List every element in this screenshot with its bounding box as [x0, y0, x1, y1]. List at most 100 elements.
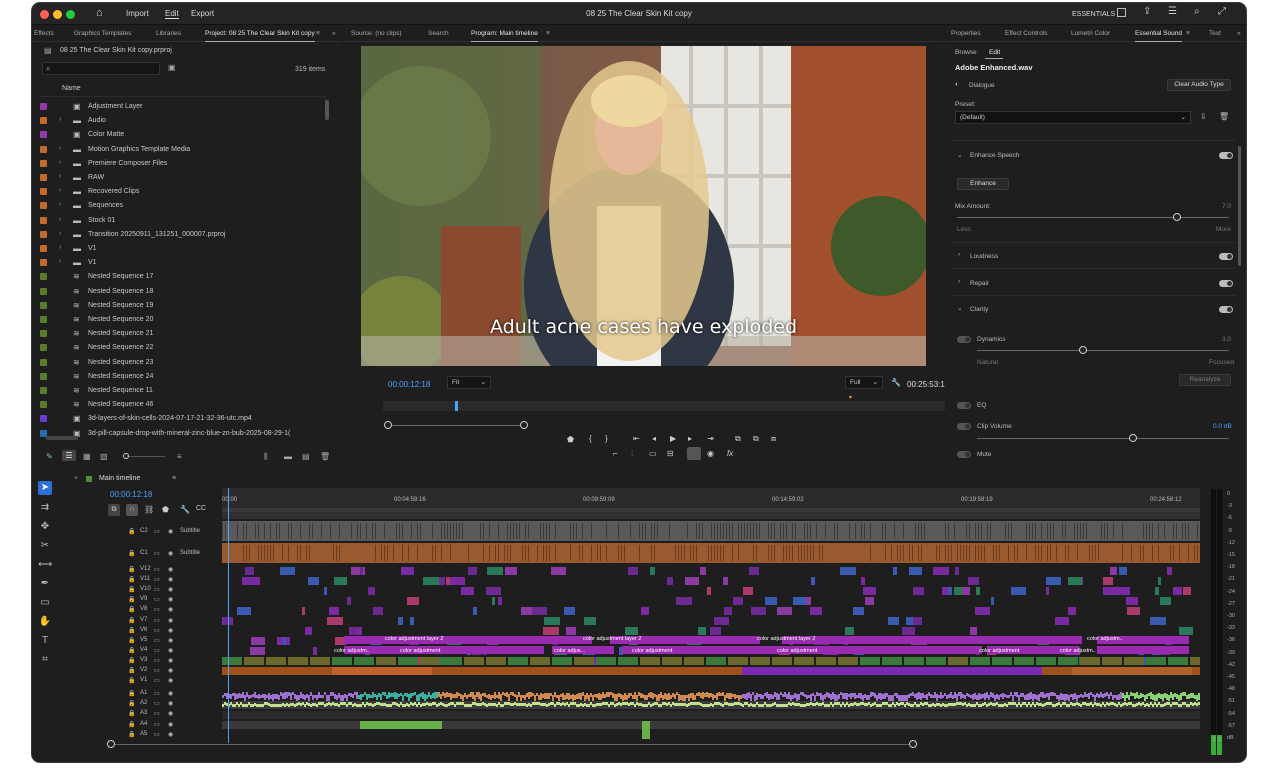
caption-mark[interactable] — [549, 545, 550, 561]
label-color-chip[interactable] — [40, 401, 47, 409]
audio-waveform[interactable] — [706, 692, 708, 697]
audio-waveform[interactable] — [1014, 692, 1016, 696]
audio-waveform[interactable] — [788, 692, 790, 699]
caption-mark[interactable] — [966, 523, 967, 539]
eye-icon[interactable]: ◉ — [168, 550, 173, 557]
video-clip[interactable] — [584, 617, 596, 625]
audio-waveform[interactable] — [498, 702, 500, 705]
video-clip[interactable] — [765, 597, 777, 605]
audio-waveform[interactable] — [656, 702, 658, 705]
caption-mark[interactable] — [291, 523, 292, 539]
sync-icon[interactable]: ▭ — [154, 647, 160, 654]
audio-waveform[interactable] — [1108, 694, 1110, 699]
audio-waveform[interactable] — [1170, 704, 1172, 707]
video-clip[interactable] — [625, 627, 638, 635]
audio-waveform[interactable] — [448, 703, 450, 706]
video-clip[interactable] — [1179, 627, 1193, 635]
audio-waveform[interactable] — [418, 702, 420, 705]
audio-waveform[interactable] — [974, 693, 976, 699]
audio-waveform[interactable] — [986, 692, 988, 698]
audio-waveform[interactable] — [456, 692, 458, 698]
audio-waveform[interactable] — [944, 693, 946, 696]
audio-waveform[interactable] — [836, 702, 838, 705]
tab-essential-sound[interactable]: Essential Sound — [1135, 30, 1182, 42]
audio-waveform[interactable] — [954, 703, 956, 706]
audio-waveform[interactable] — [354, 703, 356, 706]
audio-waveform[interactable] — [782, 694, 784, 697]
audio-waveform[interactable] — [232, 693, 234, 696]
audio-waveform[interactable] — [1032, 702, 1034, 705]
audio-waveform[interactable] — [466, 695, 468, 699]
caption-mark[interactable] — [1041, 523, 1042, 539]
caption-mark[interactable] — [489, 523, 490, 539]
caption-mark[interactable] — [282, 545, 283, 561]
audio-waveform[interactable] — [476, 692, 478, 697]
share-icon[interactable]: ⇪ — [1143, 6, 1151, 17]
video-clip[interactable] — [909, 567, 922, 575]
audio-waveform[interactable] — [538, 702, 540, 705]
caption-mark[interactable] — [675, 545, 676, 561]
audio-waveform[interactable] — [440, 702, 442, 705]
audio-waveform[interactable] — [960, 692, 962, 699]
caption-mark[interactable] — [738, 545, 739, 561]
audio-waveform[interactable] — [756, 693, 758, 700]
audio-waveform[interactable] — [670, 704, 672, 707]
audio-waveform[interactable] — [288, 704, 290, 707]
audio-waveform[interactable] — [872, 692, 874, 696]
video-clip[interactable] — [853, 607, 864, 615]
audio-waveform[interactable] — [882, 702, 884, 705]
caption-mark[interactable] — [432, 545, 433, 561]
lock-icon[interactable]: 🔒 — [128, 667, 135, 674]
sync-icon[interactable]: ▭ — [154, 710, 160, 717]
audio-waveform[interactable] — [978, 704, 980, 707]
audio-waveform[interactable] — [550, 693, 552, 696]
audio-waveform[interactable] — [400, 693, 402, 696]
caption-mark[interactable] — [909, 545, 910, 561]
caption-mark[interactable] — [513, 523, 514, 539]
caption-mark[interactable] — [786, 523, 787, 539]
video-clip[interactable] — [793, 597, 806, 605]
audio-waveform[interactable] — [464, 704, 466, 707]
audio-waveform[interactable] — [230, 702, 232, 705]
audio-waveform[interactable] — [836, 695, 838, 702]
audio-waveform[interactable] — [1186, 695, 1188, 699]
audio-waveform[interactable] — [256, 695, 258, 698]
audio-waveform[interactable] — [384, 703, 386, 706]
audio-waveform[interactable] — [1162, 694, 1164, 701]
audio-waveform[interactable] — [788, 702, 790, 705]
audio-waveform[interactable] — [484, 693, 486, 697]
audio-waveform[interactable] — [932, 703, 934, 706]
audio-waveform[interactable] — [438, 692, 440, 697]
audio-waveform[interactable] — [1134, 693, 1136, 699]
caption-mark[interactable] — [1008, 523, 1009, 539]
video-clip[interactable] — [1150, 617, 1166, 625]
caption-mark[interactable] — [711, 523, 712, 539]
caption-mark[interactable] — [753, 545, 754, 561]
lock-icon[interactable]: 🔒 — [128, 566, 135, 573]
audio-waveform[interactable] — [790, 703, 792, 706]
audio-waveform[interactable] — [1112, 702, 1114, 705]
audio-waveform[interactable] — [322, 695, 324, 698]
caption-mark[interactable] — [969, 545, 970, 561]
video-clip[interactable] — [486, 657, 506, 665]
audio-waveform[interactable] — [528, 692, 530, 699]
video-clip[interactable] — [530, 657, 550, 665]
caption-mark[interactable] — [453, 523, 454, 539]
audio-waveform[interactable] — [526, 704, 528, 707]
audio-waveform[interactable] — [1184, 692, 1186, 696]
audio-waveform[interactable] — [976, 695, 978, 700]
tab-effect-controls[interactable]: Effect Controls — [1005, 30, 1048, 37]
timeline-tab[interactable]: Main timeline — [99, 475, 140, 482]
audio-waveform[interactable] — [430, 695, 432, 699]
audio-waveform[interactable] — [1164, 693, 1166, 698]
audio-waveform[interactable] — [412, 693, 414, 696]
caption-mark[interactable] — [1062, 523, 1063, 539]
audio-waveform[interactable] — [1154, 695, 1156, 701]
audio-waveform[interactable] — [412, 703, 414, 706]
audio-waveform[interactable] — [922, 693, 924, 698]
preset-dropdown[interactable]: (Default) ⌄ — [955, 111, 1191, 124]
audio-waveform[interactable] — [396, 693, 398, 699]
caption-mark[interactable] — [903, 545, 904, 561]
caption-mark[interactable] — [546, 523, 547, 539]
audio-waveform[interactable] — [1058, 702, 1060, 705]
